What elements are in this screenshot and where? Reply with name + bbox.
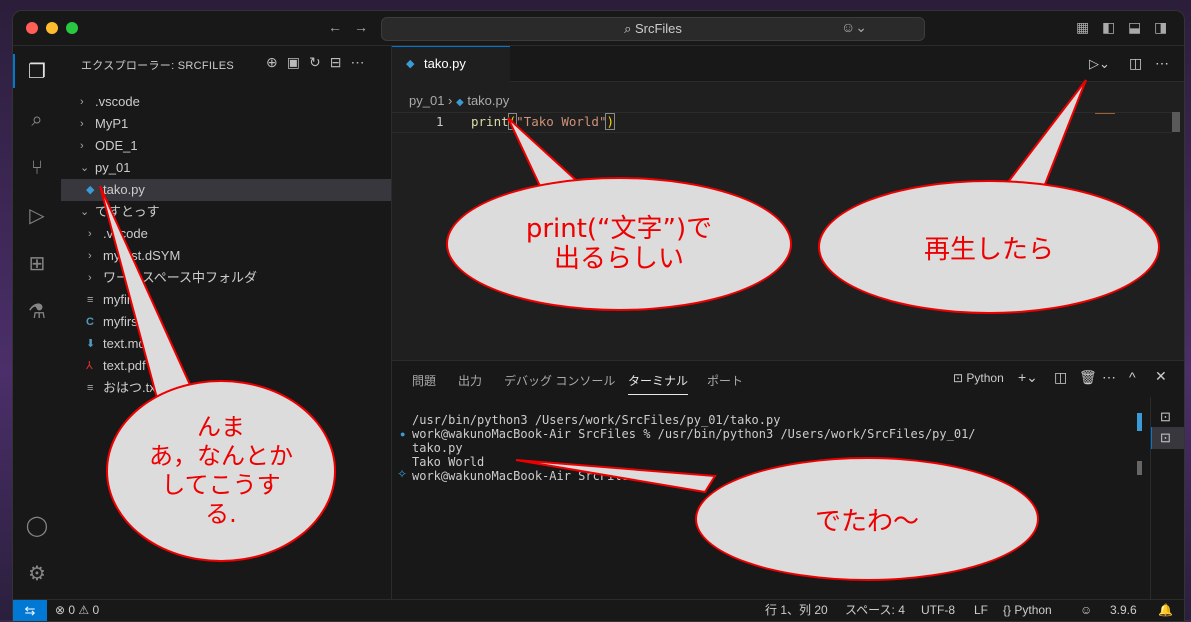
annotation-bubble-code: print(“文字”)で 出るらしい <box>446 177 792 311</box>
bubble-pointer-code <box>507 117 581 188</box>
bubble-pointer-run <box>1003 79 1087 194</box>
annotation-bubble-run: 再生したら <box>818 180 1160 314</box>
annotation-bubble-output: でたわ〜 <box>695 457 1039 581</box>
bubble-pointer-output <box>515 459 717 494</box>
annotation-bubble-sidebar: んま あ，なんとか してこうす る. <box>106 380 336 562</box>
